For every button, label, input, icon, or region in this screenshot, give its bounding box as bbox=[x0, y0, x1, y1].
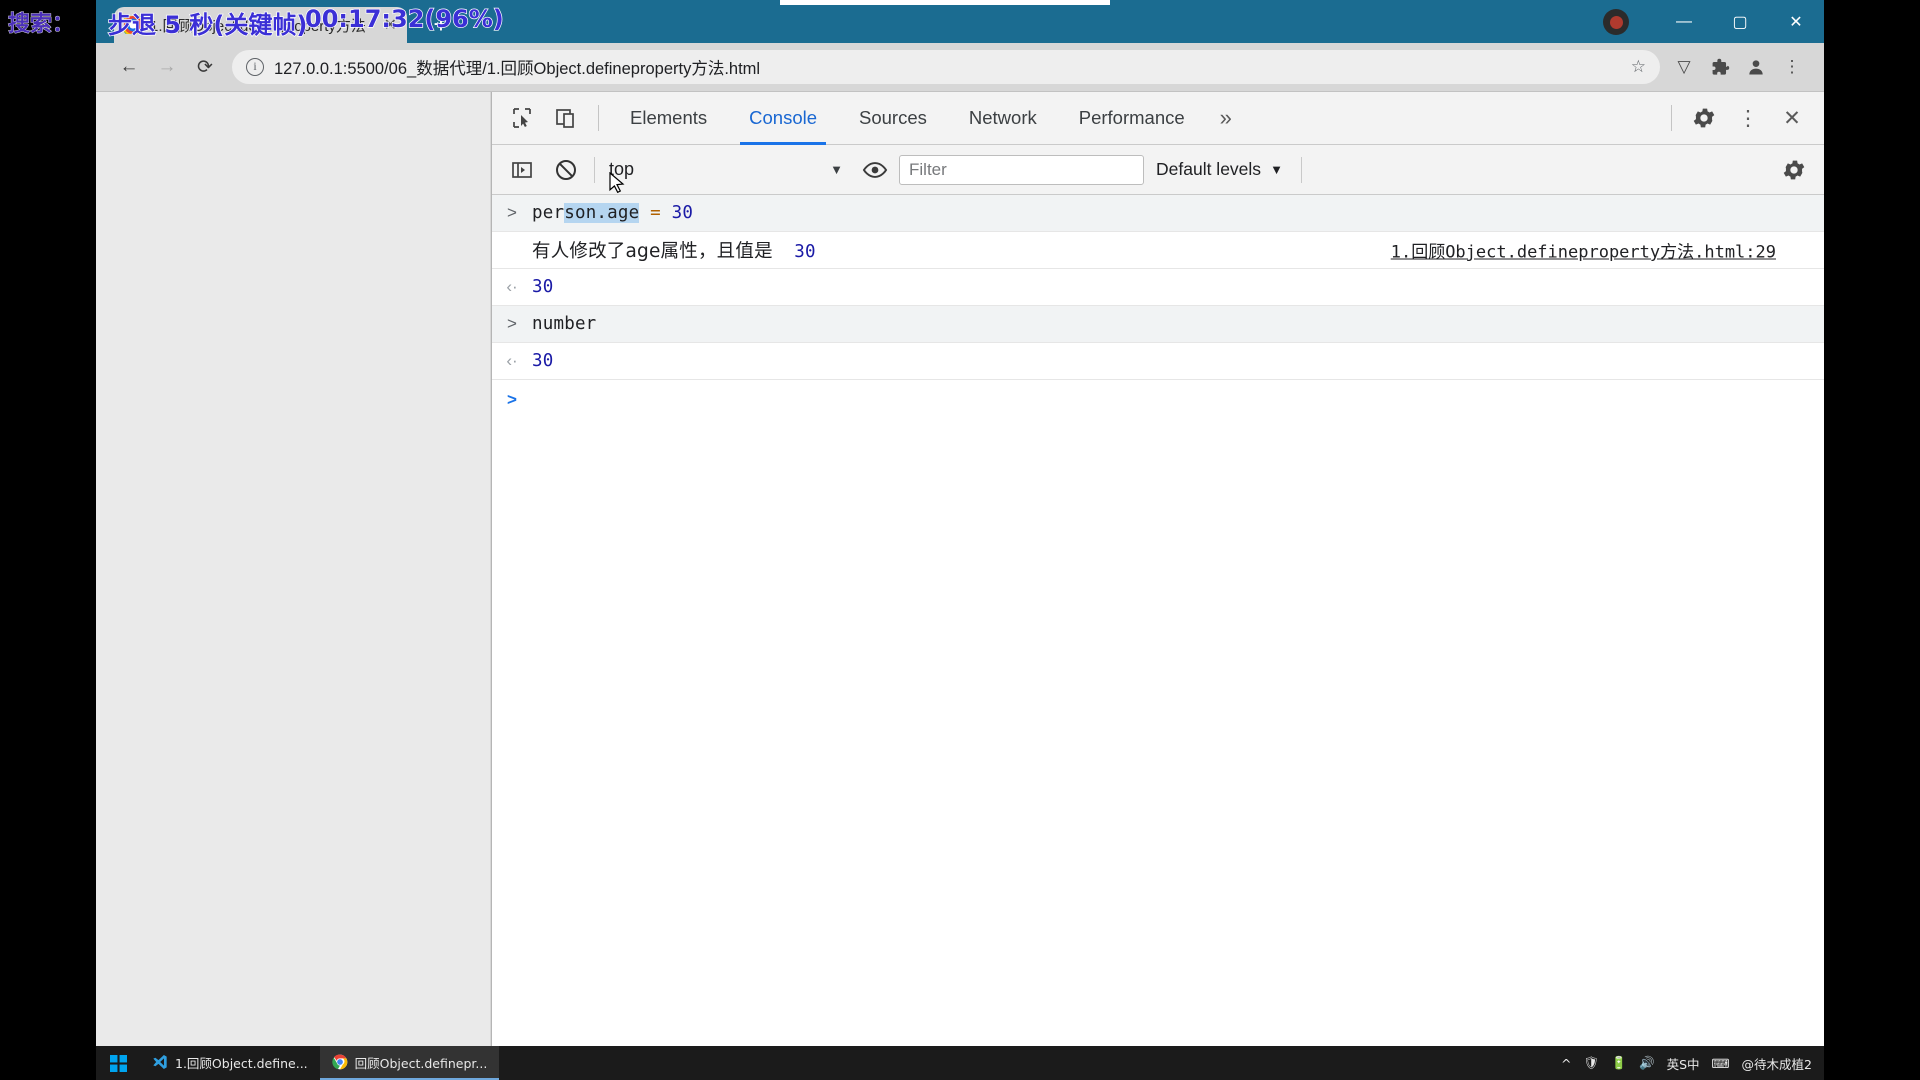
system-tray: ^ 🛡 🔋 🔊 英S中 ⌨ @待木成植2 bbox=[1561, 1054, 1824, 1073]
cmd-operator: = bbox=[650, 203, 661, 223]
console-context-selector[interactable]: top ▼ bbox=[601, 153, 851, 187]
chrome-menu-icon[interactable]: ⋮ bbox=[1774, 49, 1810, 85]
console-result-value: 30 bbox=[532, 277, 554, 297]
console-source-link[interactable]: 1.回顾Object.defineproperty方法.html:29 bbox=[1391, 238, 1776, 263]
page-viewport bbox=[96, 92, 490, 1046]
gear-icon[interactable] bbox=[1682, 96, 1726, 140]
back-button[interactable]: ← bbox=[110, 48, 148, 86]
console-row-result[interactable]: ‹· 30 bbox=[492, 269, 1824, 306]
browser-tab-title: 1.回顾Object.defineproperty方法 bbox=[150, 17, 366, 35]
return-arrow-icon-2: ‹· bbox=[506, 351, 518, 370]
inspect-element-icon[interactable] bbox=[500, 96, 544, 140]
chevron-down-icon: ▼ bbox=[830, 162, 843, 177]
log-number: 30 bbox=[794, 242, 816, 262]
new-tab-button[interactable]: + bbox=[426, 10, 456, 40]
tab-elements[interactable]: Elements bbox=[609, 92, 728, 145]
tab-performance[interactable]: Performance bbox=[1058, 92, 1206, 145]
windows-taskbar: 1.回顾Object.define... 回顾Object.definepr..… bbox=[96, 1046, 1824, 1080]
cmd-selection: son.age bbox=[564, 203, 640, 223]
window-controls: — ▢ ✕ bbox=[1656, 0, 1824, 43]
console-command-text-2: number bbox=[532, 314, 597, 334]
address-bar[interactable]: i 127.0.0.1:5500/06_数据代理/1.回顾Object.defi… bbox=[232, 50, 1660, 84]
prompt-chevron-icon-2: > bbox=[507, 314, 517, 333]
tab-sources[interactable]: Sources bbox=[838, 92, 948, 145]
tab-network[interactable]: Network bbox=[948, 92, 1058, 145]
video-seekbar[interactable] bbox=[780, 0, 1110, 5]
more-tabs-icon[interactable]: » bbox=[1206, 92, 1246, 145]
console-row-result-2[interactable]: ‹· 30 bbox=[492, 343, 1824, 380]
toolbar-divider bbox=[598, 105, 599, 131]
console-row-command-2[interactable]: > number bbox=[492, 306, 1824, 343]
filterbar-divider-2 bbox=[1300, 156, 1302, 183]
filterbar-divider-1 bbox=[594, 156, 595, 183]
ime-tray-icon[interactable]: ⌨ bbox=[1712, 1056, 1730, 1071]
windows-desktop: 1.回顾Object.defineproperty方法 ✕ + — ▢ ✕ ← … bbox=[96, 0, 1824, 1080]
ime-indicator[interactable]: 英S中 bbox=[1667, 1054, 1700, 1073]
console-result-value-2: 30 bbox=[532, 351, 554, 371]
chrome-favicon-icon bbox=[124, 16, 142, 34]
devtools-close-icon[interactable]: ✕ bbox=[1770, 96, 1814, 140]
vimium-extension-icon[interactable]: ▽ bbox=[1666, 49, 1702, 85]
devtools-panel: Elements Console Sources Network Perform… bbox=[491, 92, 1824, 1046]
minimize-button[interactable]: — bbox=[1656, 0, 1712, 43]
chrome-toolbar: ← → ⟳ i 127.0.0.1:5500/06_数据代理/1.回顾Objec… bbox=[96, 43, 1824, 92]
battery-icon[interactable]: 🔋 bbox=[1611, 1055, 1627, 1071]
taskbar-item-vscode-label: 1.回顾Object.define... bbox=[175, 1055, 308, 1071]
chevron-down-icon-levels: ▼ bbox=[1270, 162, 1283, 177]
chrome-tabstrip: 1.回顾Object.defineproperty方法 ✕ + — ▢ ✕ bbox=[96, 0, 1824, 43]
profile-avatar-icon[interactable] bbox=[1738, 49, 1774, 85]
titlebar-profile-icon[interactable] bbox=[1603, 9, 1629, 35]
console-row-log[interactable]: 有人修改了age属性，且值是 30 1.回顾Object.defineprope… bbox=[492, 232, 1824, 269]
maximize-button[interactable]: ▢ bbox=[1712, 0, 1768, 43]
devtools-tabbar-right: ⋮ ✕ bbox=[1661, 96, 1824, 140]
bookmark-star-icon[interactable]: ☆ bbox=[1621, 57, 1646, 77]
vscode-icon bbox=[153, 1055, 167, 1069]
taskbar-item-chrome[interactable]: 回顾Object.definepr... bbox=[319, 1046, 500, 1080]
screen-root: 1.回顾Object.defineproperty方法 ✕ + — ▢ ✕ ← … bbox=[0, 0, 1920, 1080]
devtools-tabbar: Elements Console Sources Network Perform… bbox=[492, 92, 1824, 145]
cmd-pre: per bbox=[532, 203, 565, 223]
console-settings-icon[interactable] bbox=[1772, 148, 1816, 192]
show-hidden-icons-icon[interactable]: ^ bbox=[1561, 1056, 1571, 1071]
devtools-kebab-icon[interactable]: ⋮ bbox=[1726, 96, 1770, 140]
console-levels-label: Default levels bbox=[1156, 159, 1262, 179]
console-context-value: top bbox=[609, 159, 635, 179]
volume-icon[interactable]: 🔊 bbox=[1639, 1055, 1655, 1071]
console-sidebar-icon[interactable] bbox=[500, 148, 544, 192]
video-watermark: @待木成植2 bbox=[1741, 1056, 1812, 1072]
tab-console[interactable]: Console bbox=[728, 92, 838, 145]
live-expression-icon[interactable] bbox=[851, 157, 899, 183]
window-close-button[interactable]: ✕ bbox=[1768, 0, 1824, 43]
console-filter-bar: top ▼ Default levels ▼ bbox=[492, 145, 1824, 195]
console-command-text: person.age = 30 bbox=[532, 203, 1824, 223]
site-info-icon[interactable]: i bbox=[246, 58, 264, 76]
console-filter-input[interactable] bbox=[899, 154, 1144, 185]
log-message: 有人修改了age属性，且值是 bbox=[532, 241, 773, 262]
console-levels-dropdown[interactable]: Default levels ▼ bbox=[1144, 153, 1295, 187]
forward-button[interactable]: → bbox=[148, 48, 186, 86]
chrome-window: 1.回顾Object.defineproperty方法 ✕ + — ▢ ✕ ← … bbox=[96, 0, 1824, 1046]
address-bar-url: 127.0.0.1:5500/06_数据代理/1.回顾Object.define… bbox=[274, 60, 761, 78]
toolbar-divider-right bbox=[1671, 105, 1672, 131]
console-log-list[interactable]: > person.age = 30 有人修改了age属性，且值是 30 1.回顾… bbox=[492, 195, 1824, 1046]
prompt-chevron-icon-3: > bbox=[507, 390, 517, 409]
security-icon[interactable]: 🛡 bbox=[1584, 1055, 1600, 1071]
return-arrow-icon: ‹· bbox=[506, 277, 518, 296]
browser-tab[interactable]: 1.回顾Object.defineproperty方法 ✕ bbox=[114, 7, 407, 43]
reload-button[interactable]: ⟳ bbox=[186, 48, 224, 86]
console-row-command[interactable]: > person.age = 30 bbox=[492, 195, 1824, 232]
windows-start-icon[interactable] bbox=[96, 1046, 140, 1080]
close-icon[interactable]: ✕ bbox=[384, 15, 397, 35]
taskbar-item-vscode[interactable]: 1.回顾Object.define... bbox=[140, 1046, 320, 1080]
taskbar-item-chrome-label: 回顾Object.definepr... bbox=[354, 1055, 488, 1071]
clear-console-icon[interactable] bbox=[544, 148, 588, 192]
console-input-prompt[interactable]: > bbox=[492, 380, 1824, 420]
prompt-chevron-icon: > bbox=[507, 203, 517, 222]
cmd-number: 30 bbox=[671, 203, 694, 223]
chrome-icon bbox=[331, 1054, 347, 1070]
puzzle-extensions-icon[interactable] bbox=[1702, 49, 1738, 85]
device-toolbar-icon[interactable] bbox=[544, 96, 588, 140]
